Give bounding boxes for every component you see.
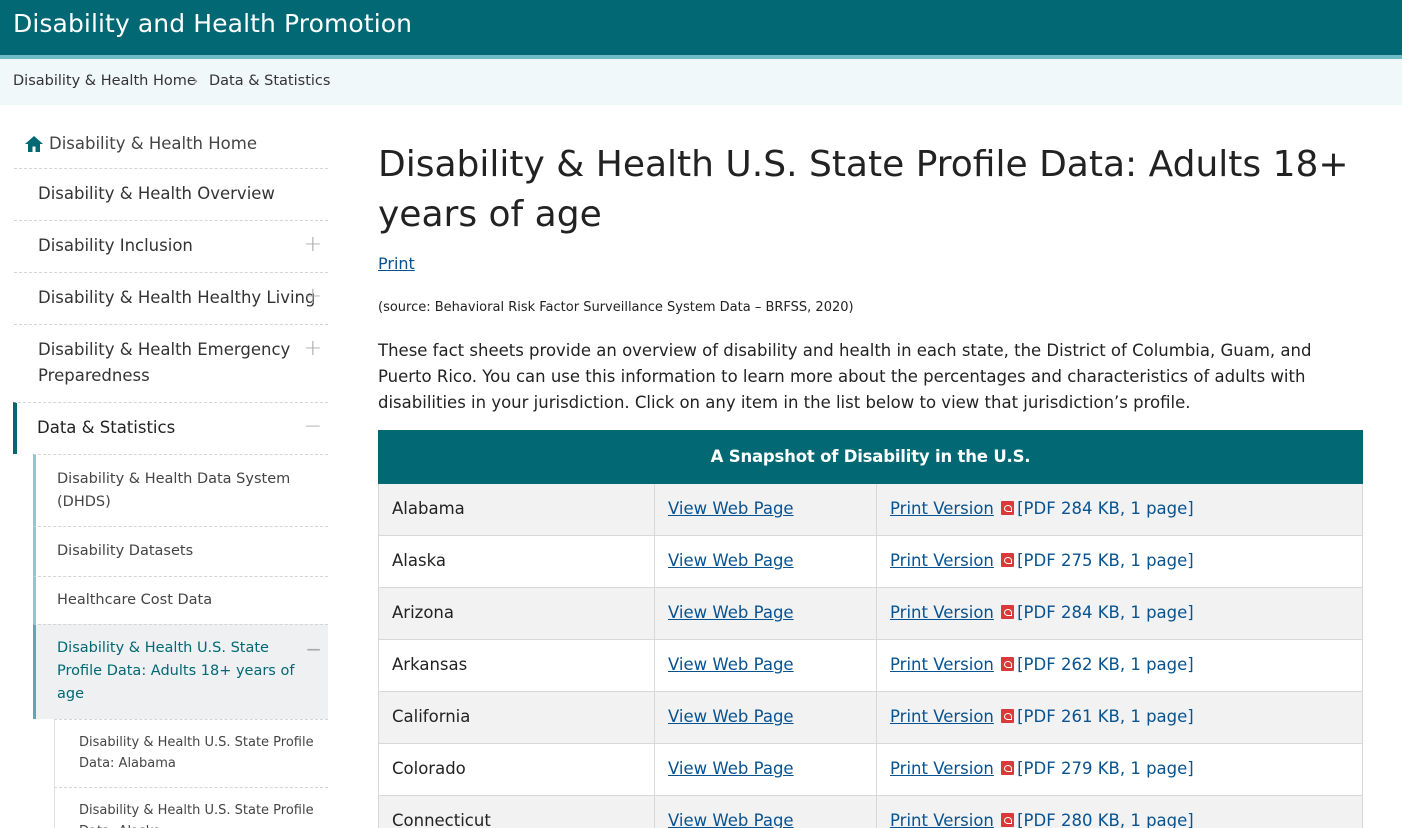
print-version-link[interactable]: Print Version — [890, 499, 994, 518]
pdf-icon — [1001, 709, 1015, 723]
print-version-link[interactable]: Print Version — [890, 759, 994, 778]
sidebar-item-emergency-preparedness[interactable]: Disability & Health Emergency Preparedne… — [14, 324, 328, 402]
table-row: Arizona View Web Page Print Version [PDF 2… — [378, 588, 1363, 640]
breadcrumb: Disability & Health Home › Data & Statis… — [0, 59, 1402, 105]
print-version-cell: Print Version [PDF 279 KB, 1 page] — [877, 744, 1363, 795]
sidebar-item-data-statistics[interactable]: Data & Statistics − — [13, 402, 328, 454]
print-version-cell: Print Version [PDF 284 KB, 1 page] — [877, 484, 1363, 535]
web-page-cell: View Web Page — [655, 536, 877, 587]
state-name-cell: California — [379, 692, 655, 743]
pdf-icon — [1001, 501, 1015, 515]
pdf-file-info: [PDF 284 KB, 1 page] — [1017, 499, 1194, 518]
home-icon — [25, 136, 43, 152]
collapse-icon[interactable]: − — [304, 416, 322, 438]
web-page-cell: View Web Page — [655, 640, 877, 691]
print-version-cell: Print Version [PDF 261 KB, 1 page] — [877, 692, 1363, 743]
sidebar-subitem-label: Disability & Health Data System (DHDS) — [57, 471, 291, 510]
view-web-page-link[interactable]: View Web Page — [668, 499, 794, 518]
table-row: California View Web Page Print Version [PD… — [378, 692, 1363, 744]
print-version-cell: Print Version [PDF 262 KB, 1 page] — [877, 640, 1363, 691]
state-name-cell: Connecticut — [379, 796, 655, 828]
sidebar-item-inclusion[interactable]: Disability Inclusion + — [14, 220, 328, 272]
sidebar-subitem-dhds[interactable]: Disability & Health Data System (DHDS) — [33, 454, 328, 526]
pdf-file-info: [PDF 262 KB, 1 page] — [1017, 655, 1194, 674]
sidebar-item-healthy-living[interactable]: Disability & Health Healthy Living + — [14, 272, 328, 324]
site-header: Disability and Health Promotion — [0, 0, 1402, 55]
sidebar-subitem-label: Disability & Health U.S. State Profile D… — [57, 640, 295, 702]
sidebar-subsubitem-label: Disability & Health U.S. State Profile D… — [79, 735, 314, 771]
pdf-file-info: [PDF 261 KB, 1 page] — [1017, 707, 1194, 726]
web-page-cell: View Web Page — [655, 692, 877, 743]
breadcrumb-home-link[interactable]: Disability & Health Home — [13, 73, 196, 89]
view-web-page-link[interactable]: View Web Page — [668, 655, 794, 674]
expand-icon[interactable]: + — [304, 234, 322, 256]
state-name-cell: Alabama — [379, 484, 655, 535]
table-header: A Snapshot of Disability in the U.S. — [378, 430, 1363, 484]
sidebar-subitem-state-profile[interactable]: Disability & Health U.S. State Profile D… — [33, 624, 328, 719]
view-web-page-link[interactable]: View Web Page — [668, 707, 794, 726]
web-page-cell: View Web Page — [655, 744, 877, 795]
view-web-page-link[interactable]: View Web Page — [668, 759, 794, 778]
pdf-file-info: [PDF 279 KB, 1 page] — [1017, 759, 1194, 778]
print-version-link[interactable]: Print Version — [890, 707, 994, 726]
page-title: Disability & Health U.S. State Profile D… — [378, 144, 1349, 235]
collapse-icon[interactable]: − — [305, 639, 322, 659]
state-name-cell: Colorado — [379, 744, 655, 795]
view-web-page-link[interactable]: View Web Page — [668, 811, 794, 828]
pdf-icon — [1001, 553, 1015, 567]
breadcrumb-current: Data & Statistics — [209, 73, 331, 89]
print-version-link[interactable]: Print Version — [890, 655, 994, 674]
web-page-cell: View Web Page — [655, 796, 877, 828]
chevron-right-icon: › — [192, 71, 199, 90]
sidebar-home-label: Disability & Health Home — [49, 134, 257, 153]
print-link[interactable]: Print — [378, 254, 415, 273]
sidebar-item-overview[interactable]: Disability & Health Overview — [14, 168, 328, 220]
source-note: (source: Behavioral Risk Factor Surveill… — [378, 300, 854, 315]
table-row: Alabama View Web Page Print Version [PDF 2… — [378, 484, 1363, 536]
table-row: Alaska View Web Page Print Version [PDF 27… — [378, 536, 1363, 588]
site-title[interactable]: Disability and Health Promotion — [13, 9, 412, 38]
web-page-cell: View Web Page — [655, 484, 877, 535]
print-version-link[interactable]: Print Version — [890, 811, 994, 828]
expand-icon[interactable]: + — [304, 286, 322, 308]
sidebar-subsubitem-alabama[interactable]: Disability & Health U.S. State Profile D… — [54, 719, 328, 787]
table-row: Arkansas View Web Page Print Version [PDF … — [378, 640, 1363, 692]
print-version-cell: Print Version [PDF 280 KB, 1 page] — [877, 796, 1363, 828]
sidebar-subsubitem-alaska[interactable]: Disability & Health U.S. State Profile D… — [54, 787, 328, 828]
pdf-file-info: [PDF 280 KB, 1 page] — [1017, 811, 1194, 828]
sidebar-item-label: Disability Inclusion — [38, 236, 193, 255]
sidebar-subitem-datasets[interactable]: Disability Datasets — [33, 526, 328, 576]
sidebar-subitem-label: Healthcare Cost Data — [57, 592, 213, 608]
view-web-page-link[interactable]: View Web Page — [668, 603, 794, 622]
state-name-cell: Arizona — [379, 588, 655, 639]
pdf-icon — [1001, 605, 1015, 619]
web-page-cell: View Web Page — [655, 588, 877, 639]
print-version-link[interactable]: Print Version — [890, 603, 994, 622]
pdf-file-info: [PDF 284 KB, 1 page] — [1017, 603, 1194, 622]
sidebar-item-label: Disability & Health Emergency Preparedne… — [38, 340, 291, 385]
sidebar-item-label: Disability & Health Overview — [38, 184, 275, 203]
pdf-icon — [1001, 657, 1015, 671]
pdf-icon — [1001, 813, 1015, 827]
intro-paragraph: These fact sheets provide an overview of… — [378, 341, 1312, 412]
sidebar-subitem-healthcare-cost[interactable]: Healthcare Cost Data — [33, 576, 328, 624]
print-version-link[interactable]: Print Version — [890, 551, 994, 570]
state-name-cell: Alaska — [379, 536, 655, 587]
state-name-cell: Arkansas — [379, 640, 655, 691]
table-row: Colorado View Web Page Print Version [PDF … — [378, 744, 1363, 796]
sidebar-subitem-label: Disability Datasets — [57, 543, 194, 559]
sidebar-item-label: Disability & Health Healthy Living — [38, 288, 316, 307]
print-version-cell: Print Version [PDF 284 KB, 1 page] — [877, 588, 1363, 639]
table-row: Connecticut View Web Page Print Version [P… — [378, 796, 1363, 828]
sidebar-item-label: Data & Statistics — [37, 418, 176, 437]
pdf-icon — [1001, 761, 1015, 775]
expand-icon[interactable]: + — [304, 338, 322, 360]
pdf-file-info: [PDF 275 KB, 1 page] — [1017, 551, 1194, 570]
print-version-cell: Print Version [PDF 275 KB, 1 page] — [877, 536, 1363, 587]
view-web-page-link[interactable]: View Web Page — [668, 551, 794, 570]
sidebar-subsubitem-label: Disability & Health U.S. State Profile D… — [79, 803, 314, 828]
